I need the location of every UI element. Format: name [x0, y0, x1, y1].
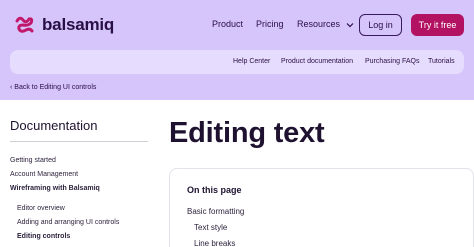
subnav-tutorials[interactable]: Tutorials [428, 58, 455, 65]
chevron-down-icon [346, 22, 353, 27]
sidebar-divider [10, 141, 148, 142]
subnav-purchasing-faqs[interactable]: Purchasing FAQs [365, 58, 419, 65]
sidebar-item-wireframing[interactable]: Wireframing with Balsamiq [10, 185, 100, 192]
toc-item-text-style[interactable]: Text style [194, 223, 227, 232]
login-button-label: Log in [368, 20, 393, 30]
balsamiq-squiggle-icon [15, 16, 34, 33]
sidebar-title: Documentation [10, 118, 98, 133]
nav-product-link[interactable]: Product [212, 19, 243, 29]
back-link[interactable]: ‹ Back to Editing UI controls [10, 84, 96, 91]
balsamiq-logo[interactable]: balsamiq [14, 13, 114, 37]
try-button-label: Try it free [418, 20, 457, 30]
top-header: balsamiq Product Pricing Resources Log i… [0, 0, 474, 100]
toc-item-basic-formatting[interactable]: Basic formatting [187, 207, 244, 216]
brand-name: balsamiq [42, 15, 115, 34]
try-it-free-button[interactable]: Try it free [411, 14, 464, 36]
page: balsamiq Product Pricing Resources Log i… [0, 0, 474, 247]
subnav-help-center[interactable]: Help Center [233, 58, 270, 65]
nav-resources-menu[interactable]: Resources [297, 19, 354, 29]
sidebar-item-account-management[interactable]: Account Management [10, 171, 78, 178]
secondary-nav: Help Center Product documentation Purcha… [10, 50, 464, 74]
sidebar-item-adding-arranging[interactable]: Adding and arranging UI controls [17, 219, 119, 226]
subnav-product-documentation[interactable]: Product documentation [281, 58, 353, 65]
login-button[interactable]: Log in [359, 14, 402, 36]
sidebar-item-editor-overview[interactable]: Editor overview [17, 205, 65, 212]
sidebar-item-editing-controls[interactable]: Editing controls [17, 233, 70, 240]
nav-pricing-link[interactable]: Pricing [256, 19, 284, 29]
nav-resources-label: Resources [297, 19, 341, 29]
toc-item-line-breaks[interactable]: Line breaks [194, 239, 235, 247]
sidebar-item-getting-started[interactable]: Getting started [10, 157, 56, 164]
page-title: Editing text [169, 117, 325, 149]
toc-heading: On this page [187, 185, 242, 195]
